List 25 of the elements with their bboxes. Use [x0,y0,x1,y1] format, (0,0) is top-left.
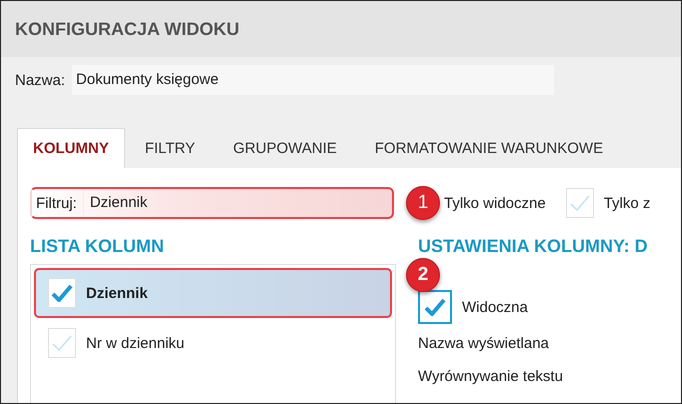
column-item[interactable]: Nr w dzienniku [34,318,392,368]
step-badge: 1 [406,186,440,220]
tab[interactable]: KOLUMNY [17,128,125,168]
tab[interactable]: FILTRY [126,128,214,168]
option-label: Tylko z [604,194,650,212]
field-label: Nazwa wyświetlana [418,335,550,354]
step-badge: 2 [406,258,440,292]
tab[interactable]: GRUPOWANIE [215,128,355,168]
filter-label: Filtruj: [36,194,77,212]
option-label: Tylko widoczne [444,194,546,212]
field-label: Wyrównywanie tekstu [418,368,564,387]
check-icon [424,298,446,316]
section-title: USTAWIENIA KOLUMNY: D [418,236,648,258]
filter-field[interactable]: Dziennik [82,189,392,217]
check-icon [51,334,73,352]
tab[interactable]: FORMATOWANIE WARUNKOWE [356,128,622,168]
window-title: KONFIGURACJA WIDOKU [15,18,240,40]
checkbox[interactable] [566,188,594,218]
name-field[interactable]: Dokumenty księgowe [72,65,554,95]
check-icon [51,284,73,302]
name-label: Nazwa: [15,72,66,88]
visible-checkbox[interactable] [418,290,452,324]
section-title: LISTA KOLUMN [30,236,165,258]
checkbox-label: Widoczna [462,298,528,316]
check-icon [568,194,591,212]
